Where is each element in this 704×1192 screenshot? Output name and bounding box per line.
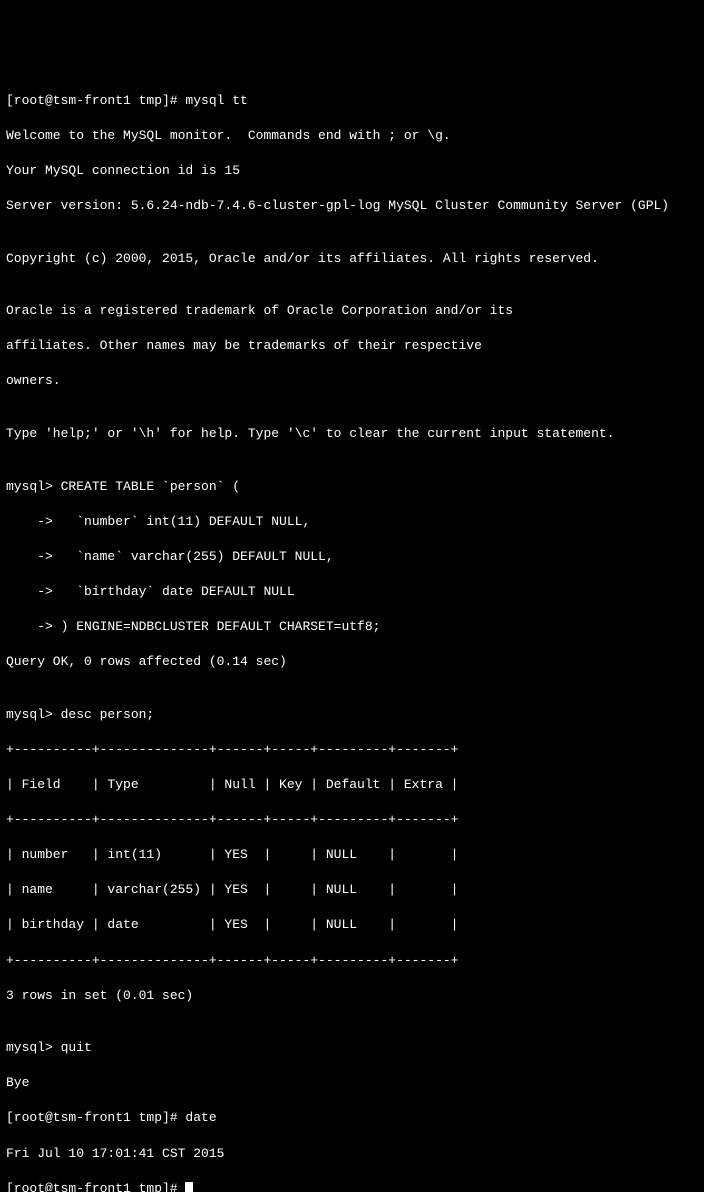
- mysql-bye: Bye: [6, 1074, 698, 1092]
- table-row-name: | name | varchar(255) | YES | | NULL | |: [6, 881, 698, 899]
- mysql-welcome: Welcome to the MySQL monitor. Commands e…: [6, 127, 698, 145]
- shell-prompt-text: [root@tsm-front1 tmp]#: [6, 1181, 185, 1192]
- terminal-window[interactable]: [root@tsm-front1 tmp]# mysql tt Welcome …: [6, 74, 698, 1192]
- mysql-help-hint: Type 'help;' or '\h' for help. Type '\c'…: [6, 425, 698, 443]
- mysql-query-ok: Query OK, 0 rows affected (0.14 sec): [6, 653, 698, 671]
- mysql-quit-command: mysql> quit: [6, 1039, 698, 1057]
- shell-prompt-line: [root@tsm-front1 tmp]# mysql tt: [6, 92, 698, 110]
- mysql-create-table-2: -> `number` int(11) DEFAULT NULL,: [6, 513, 698, 531]
- mysql-server-version: Server version: 5.6.24-ndb-7.4.6-cluster…: [6, 197, 698, 215]
- table-header-row: | Field | Type | Null | Key | Default | …: [6, 776, 698, 794]
- mysql-create-table-3: -> `name` varchar(255) DEFAULT NULL,: [6, 548, 698, 566]
- mysql-copyright: Copyright (c) 2000, 2015, Oracle and/or …: [6, 250, 698, 268]
- mysql-trademark-2: affiliates. Other names may be trademark…: [6, 337, 698, 355]
- mysql-create-table-5: -> ) ENGINE=NDBCLUSTER DEFAULT CHARSET=u…: [6, 618, 698, 636]
- mysql-create-table-4: -> `birthday` date DEFAULT NULL: [6, 583, 698, 601]
- mysql-create-table-1: mysql> CREATE TABLE `person` (: [6, 478, 698, 496]
- mysql-trademark-1: Oracle is a registered trademark of Orac…: [6, 302, 698, 320]
- table-border-bottom: +----------+--------------+------+-----+…: [6, 952, 698, 970]
- shell-date-command: [root@tsm-front1 tmp]# date: [6, 1109, 698, 1127]
- cursor-icon: [185, 1182, 193, 1192]
- table-row-birthday: | birthday | date | YES | | NULL | |: [6, 916, 698, 934]
- mysql-connection-id: Your MySQL connection id is 15: [6, 162, 698, 180]
- shell-prompt-current[interactable]: [root@tsm-front1 tmp]#: [6, 1180, 698, 1192]
- table-row-number: | number | int(11) | YES | | NULL | |: [6, 846, 698, 864]
- mysql-desc-command: mysql> desc person;: [6, 706, 698, 724]
- mysql-rows-in-set: 3 rows in set (0.01 sec): [6, 987, 698, 1005]
- mysql-trademark-3: owners.: [6, 372, 698, 390]
- table-border-top: +----------+--------------+------+-----+…: [6, 741, 698, 759]
- date-output: Fri Jul 10 17:01:41 CST 2015: [6, 1145, 698, 1163]
- table-border-mid: +----------+--------------+------+-----+…: [6, 811, 698, 829]
